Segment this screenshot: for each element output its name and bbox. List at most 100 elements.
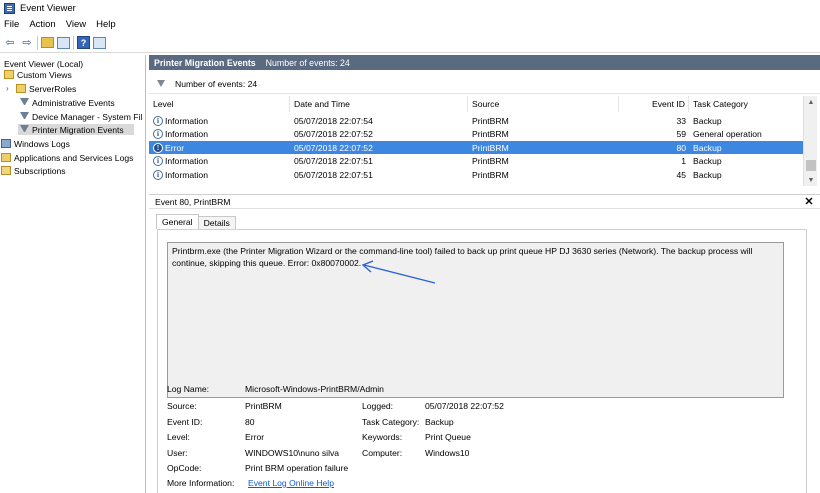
folder-icon	[16, 84, 26, 93]
event-message-line: continue, skipping this queue. Error: 0x…	[172, 257, 362, 268]
event-viewer-icon	[4, 3, 15, 14]
column-header-event-id[interactable]: Event ID	[619, 96, 689, 112]
tree-item-subscriptions[interactable]: Subscriptions	[1, 165, 66, 176]
table-cell-text: General operation	[693, 129, 762, 140]
action-pane-icon[interactable]	[93, 36, 106, 49]
pane-title: Printer Migration Events	[154, 57, 256, 68]
table-cell-text: Information	[165, 156, 208, 167]
tab-general[interactable]: General	[156, 214, 199, 229]
toolbar-separator	[73, 35, 74, 50]
scroll-down-icon[interactable]: ▼	[804, 174, 818, 186]
table-cell-date: 05/07/2018 22:07:52	[294, 141, 468, 154]
table-row[interactable]: i Information 05/07/2018 22:07:52 PrintBRM 5…	[149, 128, 803, 141]
folder-icon	[1, 153, 11, 162]
scroll-up-icon[interactable]: ▲	[804, 96, 818, 108]
scrollbar-thumb[interactable]	[806, 160, 816, 171]
tree-item-label: Device Manager - System Fil	[32, 111, 143, 122]
table-cell-source: PrintBRM	[472, 141, 619, 154]
detail-title: Event 80, PrintBRM	[155, 196, 231, 207]
tree-item-label: Administrative Events	[32, 97, 115, 108]
tree-item-device-manager[interactable]: Device Manager - System Fil	[20, 111, 142, 122]
filter-bar: Number of events: 24	[149, 74, 820, 94]
table-cell-text: PrintBRM	[472, 169, 509, 180]
table-cell-date: 05/07/2018 22:07:54	[294, 114, 468, 127]
help-icon[interactable]: ?	[77, 36, 90, 49]
information-icon: i	[153, 156, 163, 167]
column-header-source[interactable]: Source	[468, 96, 619, 112]
information-icon: i	[153, 129, 163, 140]
table-row[interactable]: ! Error 05/07/2018 22:07:52 PrintBRM 80 Backu…	[149, 141, 803, 155]
table-cell-text: Backup	[693, 169, 722, 180]
back-arrow-icon[interactable]: ⇦	[3, 36, 17, 50]
opcode-label: OpCode:	[167, 463, 202, 473]
event-message[interactable]: Printbrm.exe (the Printer Migration Wiza…	[167, 242, 784, 398]
menu-action[interactable]: Action	[29, 19, 55, 30]
subscriptions-icon	[1, 166, 11, 175]
event-message-line: Printbrm.exe (the Printer Migration Wiza…	[172, 246, 753, 256]
event-id-label: Event ID:	[167, 417, 203, 427]
column-header-date[interactable]: Date and Time	[290, 96, 468, 112]
table-row[interactable]: i Information 05/07/2018 22:07:54 PrintBRM 3…	[149, 114, 803, 127]
tab-details[interactable]: Details	[198, 216, 236, 229]
logged-value: 05/07/2018 22:07:52	[425, 401, 504, 411]
table-cell-source: PrintBRM	[472, 114, 619, 127]
open-folder-icon[interactable]	[41, 37, 54, 48]
table-cell-text: 05/07/2018 22:07:51	[294, 156, 373, 167]
tree-item-serverroles[interactable]: › ServerRoles	[6, 83, 76, 94]
tree-item-custom-views[interactable]: Custom Views	[4, 69, 72, 80]
table-cell-source: PrintBRM	[472, 128, 619, 141]
toolbar-separator	[37, 35, 38, 50]
tree-item-label: ServerRoles	[29, 83, 77, 94]
show-hide-tree-icon[interactable]	[57, 36, 70, 49]
tree-item-event-viewer-local[interactable]: Event Viewer (Local)	[4, 58, 83, 69]
table-cell-text: PrintBRM	[472, 115, 509, 126]
menu-file[interactable]: File	[4, 19, 19, 30]
table-cell-category: Backup	[693, 141, 803, 154]
tree-item-windows-logs[interactable]: Windows Logs	[1, 138, 70, 149]
opcode-value: Print BRM operation failure	[245, 463, 349, 473]
table-cell-text: 59	[676, 129, 686, 140]
events-scrollbar[interactable]: ▲ ▼	[803, 96, 817, 186]
task-category-label: Task Category:	[362, 417, 420, 427]
filter-icon	[20, 98, 29, 107]
table-cell-text: 1	[681, 156, 686, 167]
menu-help[interactable]: Help	[96, 19, 116, 30]
tree-item-printer-migration-events[interactable]: Printer Migration Events	[18, 124, 134, 135]
tree-item-label: Subscriptions	[14, 165, 66, 176]
error-icon: !	[153, 142, 163, 153]
table-cell-text: PrintBRM	[472, 129, 509, 140]
table-cell-level: i Information	[153, 155, 290, 168]
tree-item-applications-services-logs[interactable]: Applications and Services Logs	[1, 152, 133, 163]
column-header-task-category[interactable]: Task Category	[689, 96, 803, 112]
table-row[interactable]: i Information 05/07/2018 22:07:51 PrintBRM 1…	[149, 155, 803, 168]
information-icon: i	[153, 115, 163, 126]
table-row[interactable]: i Information 05/07/2018 22:07:51 PrintBRM 4…	[149, 168, 803, 181]
event-log-online-help-link[interactable]: Event Log Online Help	[248, 478, 334, 488]
table-cell-date: 05/07/2018 22:07:51	[294, 168, 468, 181]
table-cell-text: Backup	[693, 156, 722, 167]
menu-view[interactable]: View	[66, 19, 86, 30]
table-cell-text: 45	[676, 169, 686, 180]
information-icon: i	[153, 169, 163, 180]
table-cell-text: Information	[165, 115, 208, 126]
table-cell-category: Backup	[693, 155, 803, 168]
close-icon[interactable]: ✕	[803, 195, 815, 208]
table-cell-level: i Information	[153, 128, 290, 141]
forward-arrow-icon[interactable]: ⇨	[20, 36, 34, 50]
filter-icon[interactable]	[157, 80, 165, 87]
level-value: Error	[245, 432, 265, 442]
table-cell-text: PrintBRM	[472, 142, 509, 153]
menu-bar: File Action View Help	[0, 17, 820, 32]
table-cell-text: 05/07/2018 22:07:51	[294, 169, 373, 180]
computer-label: Computer:	[362, 448, 403, 458]
log-name-label: Log Name:	[167, 384, 210, 394]
tree-item-label: Custom Views	[17, 69, 72, 80]
computer-value: Windows10	[425, 448, 470, 458]
column-header-level[interactable]: Level	[149, 96, 290, 112]
tree-item-administrative-events[interactable]: Administrative Events	[20, 97, 115, 108]
detail-header: Event 80, PrintBRM	[149, 194, 820, 209]
chevron-right-icon[interactable]: ›	[6, 84, 14, 93]
table-cell-text: 05/07/2018 22:07:54	[294, 115, 373, 126]
table-cell-text: Information	[165, 129, 208, 140]
more-information-label: More Information:	[167, 478, 235, 488]
